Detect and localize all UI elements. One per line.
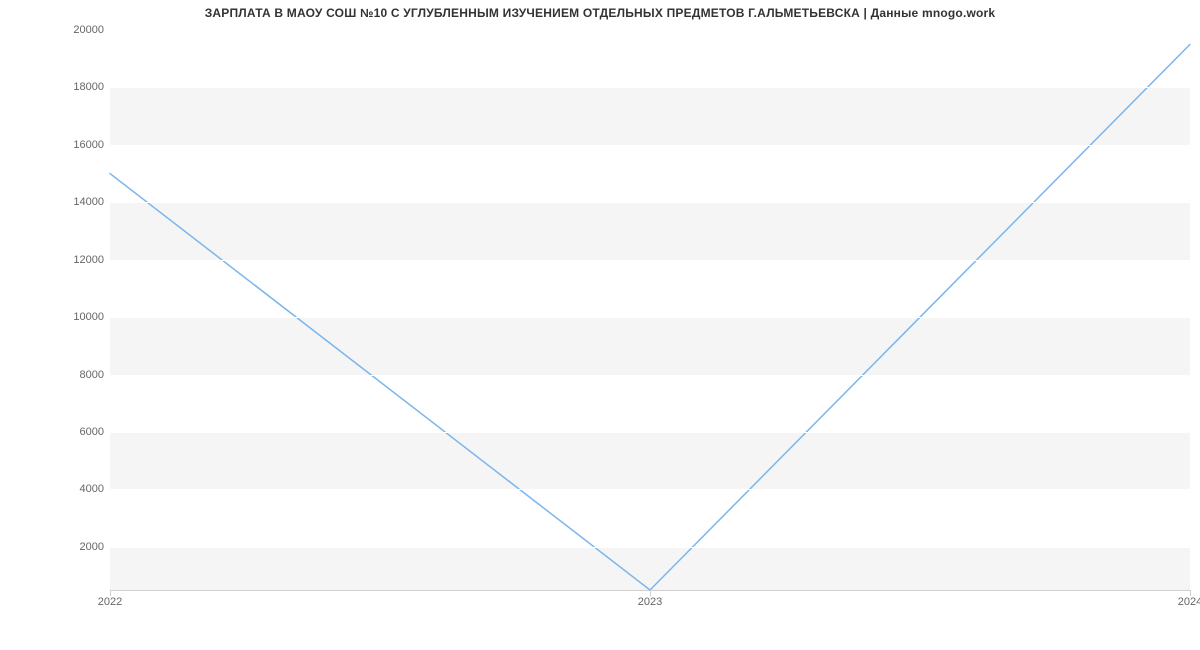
x-axis-tick-label: 2024 xyxy=(1178,596,1200,608)
y-axis-tick-label: 10000 xyxy=(14,311,104,323)
x-axis-tick-label: 2023 xyxy=(638,596,662,608)
gridline xyxy=(110,260,1190,261)
y-axis-tick-label: 6000 xyxy=(14,426,104,438)
x-axis-tick-label: 2022 xyxy=(98,596,122,608)
y-axis-tick-label: 12000 xyxy=(14,254,104,266)
y-axis-tick-label: 20000 xyxy=(14,24,104,36)
y-axis-tick-label: 18000 xyxy=(14,81,104,93)
gridline xyxy=(110,87,1190,88)
y-axis-tick-label: 14000 xyxy=(14,196,104,208)
y-axis-tick-label: 2000 xyxy=(14,541,104,553)
gridline xyxy=(110,317,1190,318)
chart-container: ЗАРПЛАТА В МАОУ СОШ №10 С УГЛУБЛЕННЫМ ИЗ… xyxy=(0,0,1200,650)
y-axis-tick-label: 16000 xyxy=(14,139,104,151)
y-axis-tick-label: 4000 xyxy=(14,483,104,495)
plot-area xyxy=(110,30,1190,591)
gridline xyxy=(110,145,1190,146)
gridline xyxy=(110,375,1190,376)
y-axis-tick-label: 8000 xyxy=(14,369,104,381)
gridline xyxy=(110,432,1190,433)
chart-title: ЗАРПЛАТА В МАОУ СОШ №10 С УГЛУБЛЕННЫМ ИЗ… xyxy=(0,6,1200,20)
gridline xyxy=(110,547,1190,548)
line-series-layer xyxy=(110,30,1190,590)
gridline xyxy=(110,202,1190,203)
gridline xyxy=(110,30,1190,31)
gridline xyxy=(110,489,1190,490)
